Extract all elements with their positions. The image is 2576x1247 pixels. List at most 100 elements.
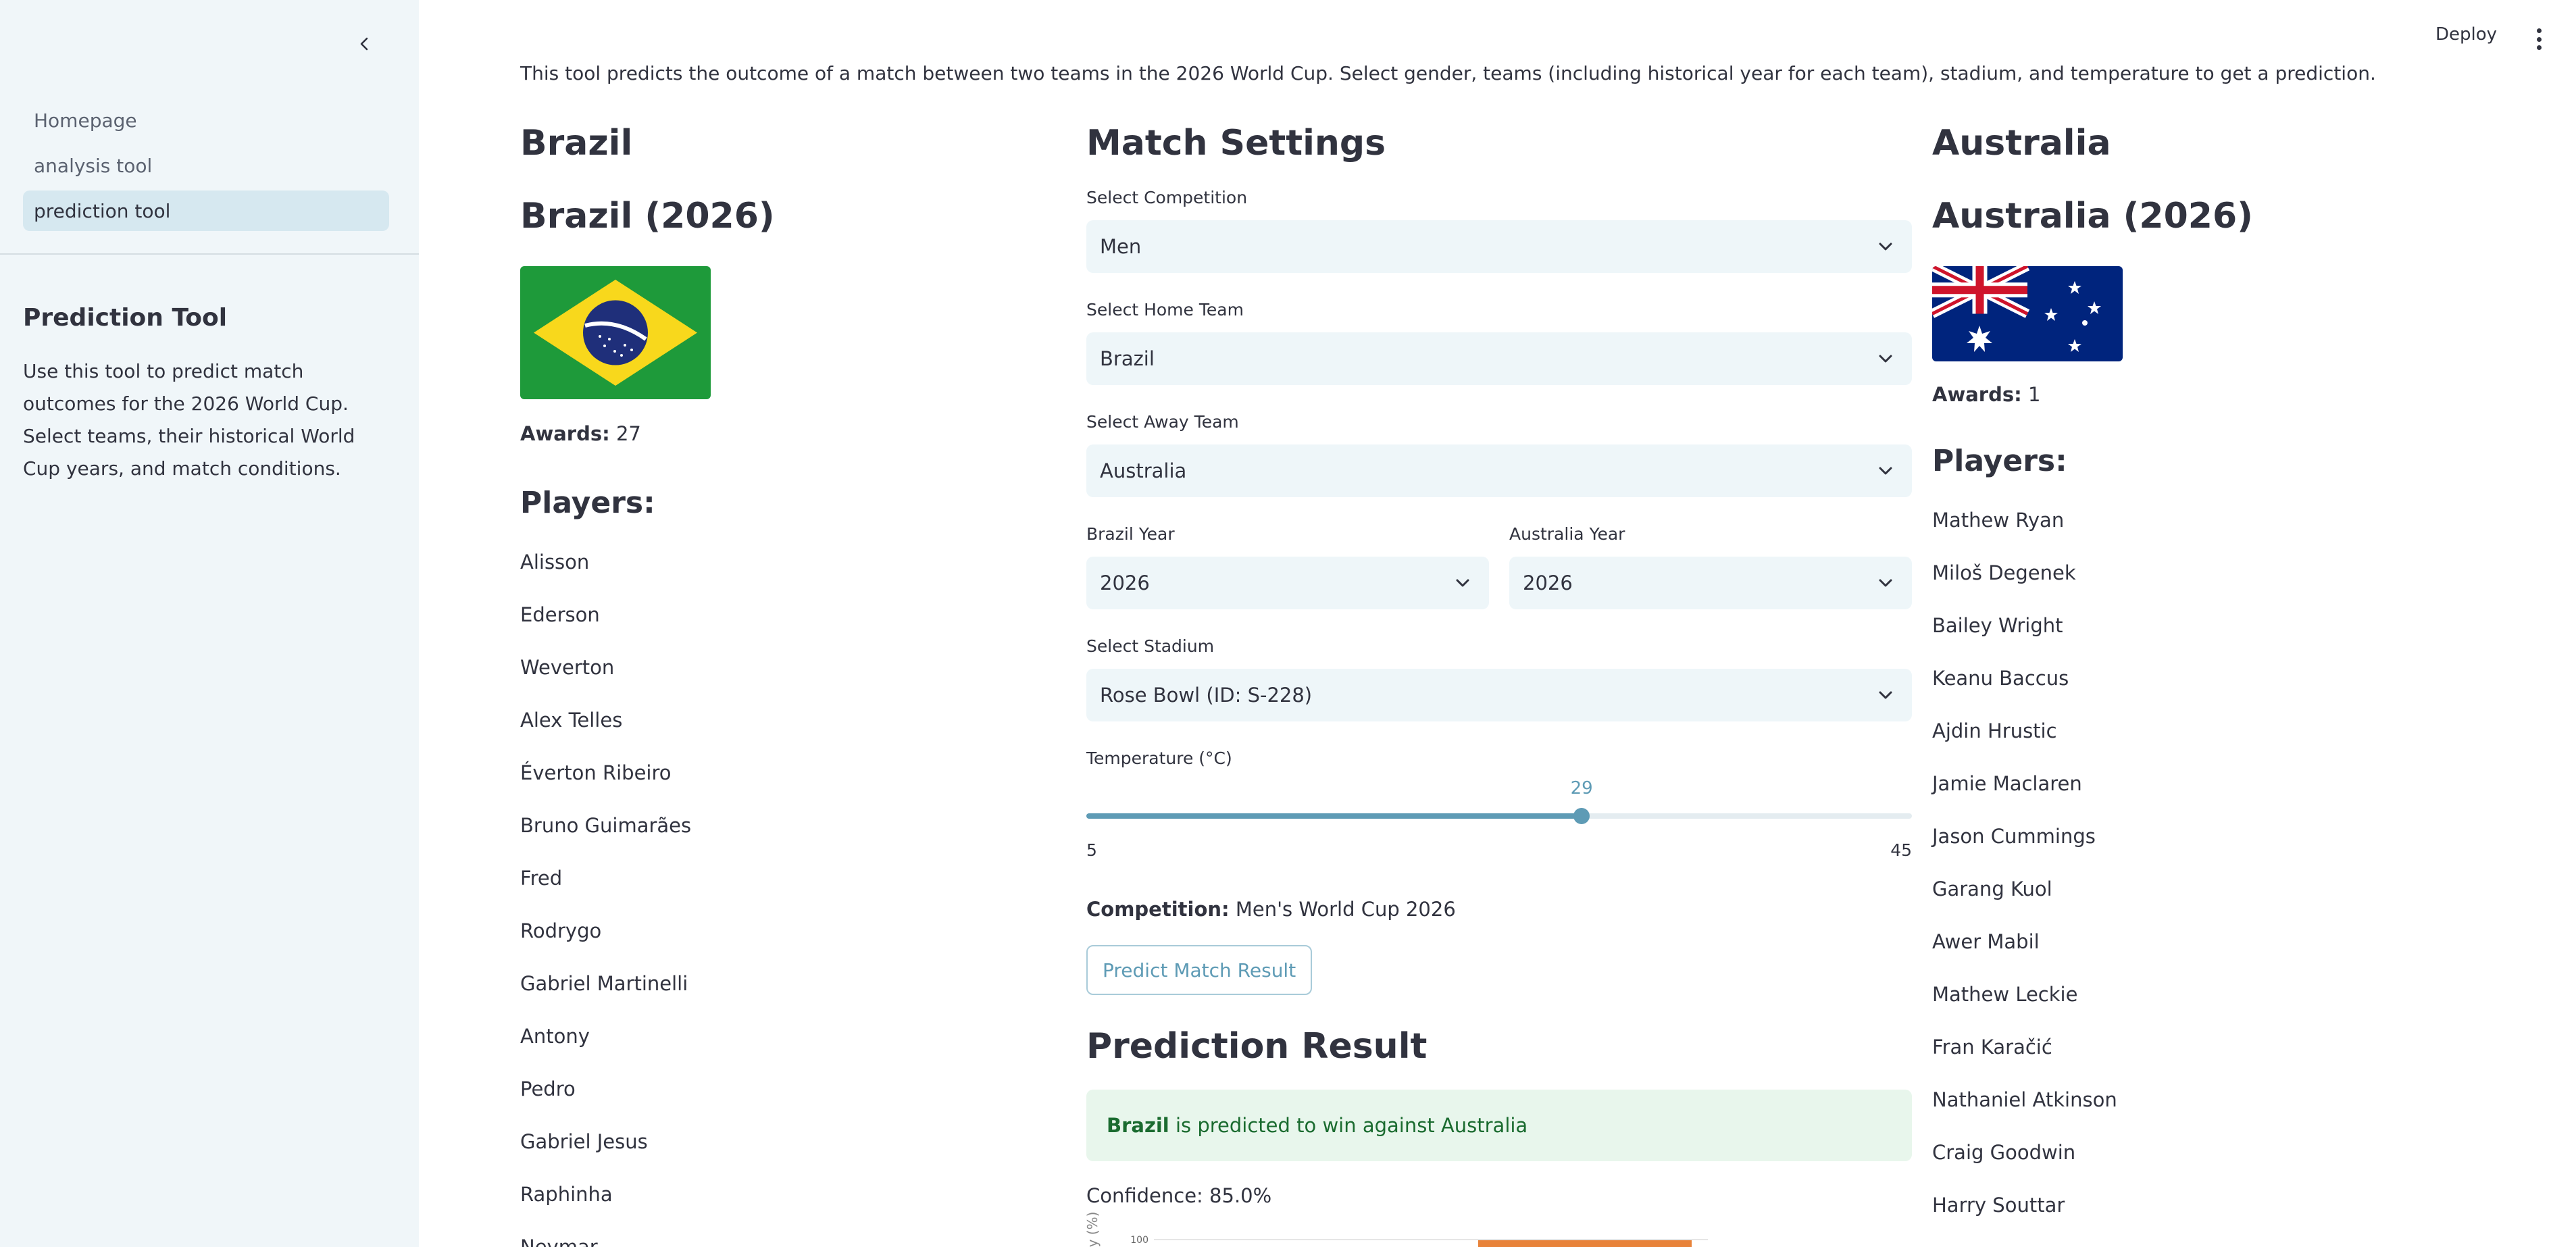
list-item: Miloš Degenek: [1932, 561, 2076, 584]
home-awards: Awards: 27: [520, 422, 899, 445]
sidebar-divider: [0, 253, 419, 255]
list-item: Gabriel Jesus: [520, 1130, 648, 1153]
awards-label: Awards:: [1932, 383, 2022, 406]
main-menu-button[interactable]: [2531, 26, 2547, 53]
away-team-field: Select Away Team Australia: [1086, 412, 1912, 497]
list-item: Fred: [520, 867, 563, 890]
sidebar-item-homepage[interactable]: Homepage: [23, 100, 389, 141]
slider-max: 45: [1890, 840, 1912, 860]
year-fields: Brazil Year 2026 Australia Year 2026: [1086, 524, 1912, 609]
list-item: Fran Karačić: [1932, 1036, 2052, 1059]
competition-field: Select Competition Men: [1086, 188, 1912, 273]
competition-summary: Competition: Men's World Cup 2026: [1086, 898, 1912, 921]
home-year-select-value: 2026: [1100, 571, 1150, 594]
away-year-label: Australia Year: [1509, 524, 1625, 544]
competition-select[interactable]: Men: [1086, 220, 1912, 273]
sidebar-nav: Homepage analysis tool prediction tool: [23, 100, 389, 236]
stadium-select[interactable]: Rose Bowl (ID: S-228): [1086, 669, 1912, 721]
deploy-button[interactable]: Deploy: [2435, 24, 2497, 45]
chevron-down-icon: [1875, 236, 1896, 257]
away-year-select[interactable]: 2026: [1509, 557, 1912, 609]
list-item: Antony: [520, 1025, 590, 1048]
away-team-select-value: Australia: [1100, 459, 1187, 482]
home-team-field: Select Home Team Brazil: [1086, 300, 1912, 385]
home-team-year-title: Brazil (2026): [520, 196, 775, 236]
chevron-down-icon: [1875, 573, 1896, 593]
list-item: Garang Kuol: [1932, 877, 2052, 900]
result-winner: Brazil: [1107, 1114, 1169, 1137]
away-players-heading: Players:: [1932, 444, 2067, 478]
home-team-label: Select Home Team: [1086, 300, 1244, 320]
away-awards: Awards: 1: [1932, 383, 2310, 406]
match-settings: Match Settings Select Competition Men Se…: [1086, 122, 1912, 1207]
kebab-menu-icon: [2536, 28, 2542, 33]
chevron-down-icon: [1875, 461, 1896, 481]
away-team-label: Select Away Team: [1086, 412, 1239, 432]
stadium-select-value: Rose Bowl (ID: S-228): [1100, 684, 1313, 707]
slider-value: 29: [1570, 778, 1593, 798]
list-item: Jason Cummings: [1932, 825, 2096, 848]
brazil-flag-icon: [520, 266, 711, 399]
temperature-slider[interactable]: 29: [1086, 778, 1912, 840]
kebab-dot: [2536, 36, 2542, 42]
home-team-select-value: Brazil: [1100, 347, 1155, 370]
competition-key: Competition:: [1086, 898, 1230, 921]
predict-match-result-button[interactable]: Predict Match Result: [1086, 945, 1313, 995]
chevron-left-icon: [360, 37, 368, 51]
away-team-column: Australia Australia (2026) Awards: 1 Pla…: [1932, 122, 2310, 1244]
away-team-select[interactable]: Australia: [1086, 444, 1912, 497]
home-year-select[interactable]: 2026: [1086, 557, 1489, 609]
slider-fill: [1086, 813, 1582, 819]
list-item: Keanu Baccus: [1932, 667, 2069, 690]
chart-ylabel: y (%): [1086, 1212, 1101, 1247]
confidence-chart: y (%) 100: [1086, 1212, 1708, 1247]
chart-ytick: 100: [1130, 1235, 1148, 1246]
prediction-result-alert: Brazil is predicted to win against Austr…: [1086, 1090, 1912, 1161]
list-item: Ederson: [520, 603, 600, 626]
list-item: Bruno Guimarães: [520, 814, 692, 837]
home-team-name: Brazil: [520, 123, 633, 163]
list-item: Raphinha: [520, 1183, 613, 1206]
slider-track[interactable]: [1086, 813, 1912, 819]
list-item: Ajdin Hrustic: [1932, 719, 2057, 742]
away-players-list: Mathew Ryan Miloš Degenek Bailey Wright Kea…: [1932, 507, 2310, 1244]
list-item: Mathew Ryan: [1932, 509, 2065, 532]
chevron-down-icon: [1875, 685, 1896, 705]
chart-bar: [1478, 1240, 1692, 1247]
away-team-name: Australia: [1932, 123, 2111, 163]
list-item: Bailey Wright: [1932, 614, 2063, 637]
list-item: Harry Souttar: [1932, 1194, 2065, 1217]
stadium-field: Select Stadium Rose Bowl (ID: S-228): [1086, 636, 1912, 721]
collapse-sidebar-button[interactable]: [348, 27, 382, 61]
home-team-select[interactable]: Brazil: [1086, 332, 1912, 385]
slider-range: 5 45: [1086, 840, 1912, 860]
kebab-dot: [2536, 45, 2542, 50]
sidebar-item-prediction-tool[interactable]: prediction tool: [23, 190, 389, 231]
temperature-field: Temperature (°C) 29 5 45: [1086, 748, 1912, 860]
home-players-list: Alisson Ederson Weverton Alex Telles Éverton…: [520, 549, 899, 1247]
sidebar: Homepage analysis tool prediction tool P…: [0, 0, 419, 1247]
competition-label: Select Competition: [1086, 188, 1248, 207]
competition-text: Men's World Cup 2026: [1235, 898, 1456, 921]
awards-label: Awards:: [520, 422, 610, 445]
list-item: Mathew Leckie: [1932, 983, 2078, 1006]
slider-min: 5: [1086, 840, 1097, 860]
away-year-field: Australia Year 2026: [1509, 524, 1912, 609]
result-message: is predicted to win against Australia: [1169, 1114, 1528, 1137]
list-item: Pedro: [520, 1077, 576, 1100]
list-item: Gabriel Martinelli: [520, 972, 688, 995]
slider-thumb[interactable]: [1573, 808, 1590, 824]
list-item: Awer Mabil: [1932, 930, 2040, 953]
match-settings-title: Match Settings: [1086, 123, 1386, 163]
home-year-field: Brazil Year 2026: [1086, 524, 1489, 609]
list-item: Éverton Ribeiro: [520, 761, 672, 784]
sidebar-description: Use this tool to predict match outcomes …: [23, 360, 355, 480]
awards-value: 27: [615, 422, 641, 445]
home-team-column: Brazil Brazil (2026) Awards: 27 Players:…: [520, 122, 899, 1247]
sidebar-item-analysis-tool[interactable]: analysis tool: [23, 145, 389, 186]
list-item: Rodrygo: [520, 919, 602, 942]
temperature-label: Temperature (°C): [1086, 748, 1232, 768]
home-year-label: Brazil Year: [1086, 524, 1175, 544]
away-team-year-title: Australia (2026): [1932, 196, 2253, 236]
list-item: Nathaniel Atkinson: [1932, 1088, 2117, 1111]
